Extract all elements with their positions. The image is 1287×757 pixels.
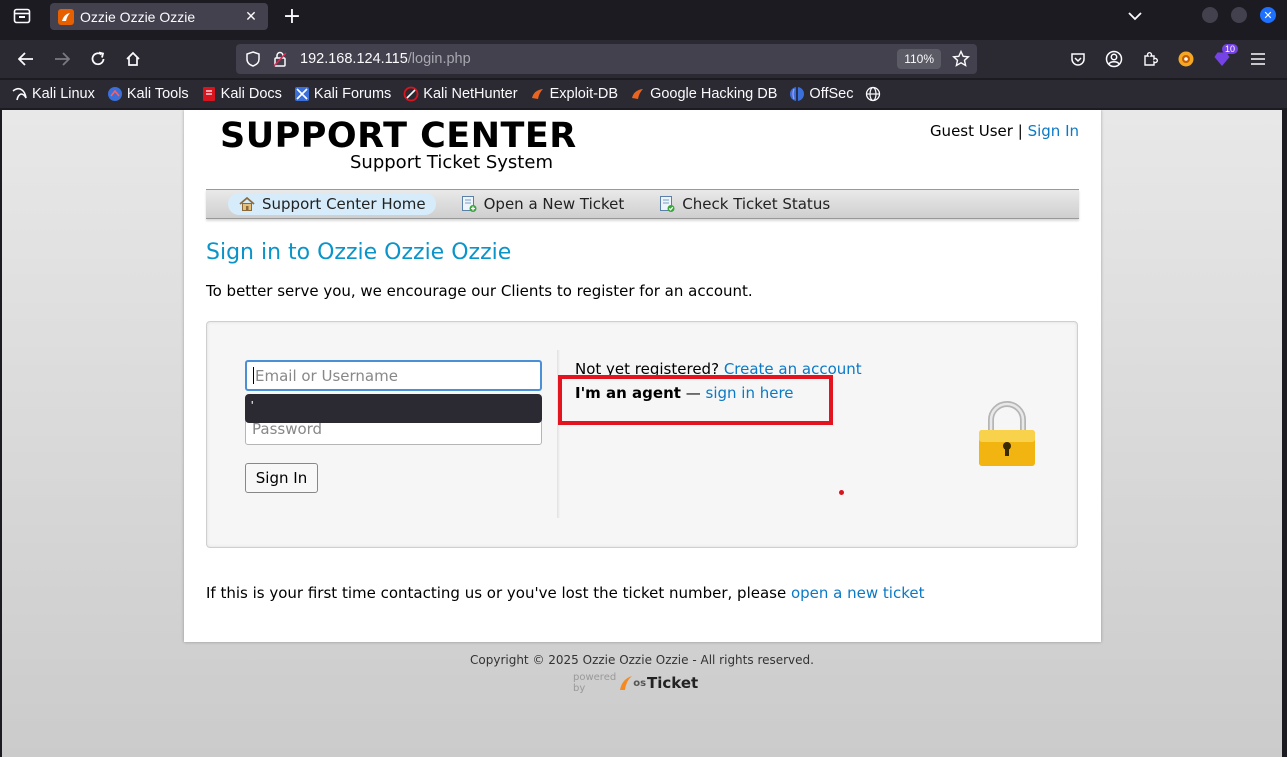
red-highlight-box xyxy=(558,375,833,425)
email-placeholder: Email or Username xyxy=(255,366,398,385)
account-icon[interactable] xyxy=(1104,49,1124,69)
bookmark-kali-linux[interactable]: Kali Linux xyxy=(12,86,95,102)
zoom-level-badge[interactable]: 110% xyxy=(897,49,941,69)
new-ticket-icon xyxy=(460,195,478,213)
tab-bar: Ozzie Ozzie Ozzie ✕ + ✕ xyxy=(0,0,1287,32)
url-bar[interactable]: 192.168.124.115/login.php 110% xyxy=(236,44,977,74)
reload-icon[interactable] xyxy=(87,48,109,70)
bookmark-kali-docs[interactable]: Kali Docs xyxy=(201,86,282,102)
osticket-logo: os Ticket xyxy=(619,674,698,692)
kali-docs-icon xyxy=(201,86,217,102)
chevron-down-icon[interactable] xyxy=(1124,5,1146,27)
bookmark-kali-forums[interactable]: Kali Forums xyxy=(294,86,391,102)
home-icon xyxy=(238,195,256,213)
bookmark-google-hacking-db[interactable]: Google Hacking DB xyxy=(630,86,777,102)
url-text[interactable]: 192.168.124.115/login.php xyxy=(300,51,897,67)
powered-by-label: powered by xyxy=(573,672,617,694)
nav-label: Support Center Home xyxy=(262,195,426,213)
separator: | xyxy=(1017,122,1023,140)
bookmark-exploit-db[interactable]: Exploit-DB xyxy=(530,86,618,102)
osticket-swoosh-icon xyxy=(620,676,633,690)
tracking-protection-shield-icon[interactable] xyxy=(244,50,262,68)
minimize-window-button[interactable] xyxy=(1202,7,1218,23)
offsec-icon xyxy=(789,86,805,102)
globe-icon[interactable] xyxy=(865,86,881,102)
sign-in-button[interactable]: Sign In xyxy=(245,463,318,493)
url-host: 192.168.124.115 xyxy=(300,51,408,67)
maximize-window-button[interactable] xyxy=(1231,7,1247,23)
osticket-favicon-icon xyxy=(58,8,74,25)
window-border-right xyxy=(1282,110,1287,757)
kali-dragon-icon xyxy=(12,86,28,102)
email-field[interactable]: Email or Username xyxy=(245,360,542,391)
forward-arrow-icon[interactable] xyxy=(51,48,73,70)
logo-title[interactable]: SUPPORT CENTER xyxy=(220,116,577,156)
ghdb-icon xyxy=(630,86,646,102)
osticket-os: os xyxy=(633,677,647,689)
powered-by-osticket[interactable]: powered by os Ticket xyxy=(573,670,698,696)
nav-open-new-ticket[interactable]: Open a New Ticket xyxy=(450,193,635,215)
url-path: /login.php xyxy=(407,51,471,67)
firefox-view-icon[interactable] xyxy=(8,4,36,28)
nav-label: Check Ticket Status xyxy=(682,195,831,213)
sign-in-link[interactable]: Sign In xyxy=(1028,122,1079,140)
main-nav: Support Center Home Open a New Ticket Ch… xyxy=(206,189,1079,219)
browser-tab[interactable]: Ozzie Ozzie Ozzie ✕ xyxy=(50,3,268,30)
insecure-lock-icon[interactable] xyxy=(272,51,288,67)
autocomplete-dropdown[interactable]: ' xyxy=(245,394,542,423)
text-caret xyxy=(253,367,254,384)
nav-support-center-home[interactable]: Support Center Home xyxy=(228,193,436,215)
extension-gem-icon[interactable]: 10 xyxy=(1212,44,1239,69)
first-time-note: If this is your first time contacting us… xyxy=(206,584,924,602)
open-new-ticket-link[interactable]: open a new ticket xyxy=(791,584,925,602)
bookmark-star-icon[interactable] xyxy=(951,49,971,69)
ticket-status-icon xyxy=(658,195,676,213)
page-viewport: SUPPORT CENTER Support Ticket System Gue… xyxy=(2,110,1282,757)
bookmark-kali-tools[interactable]: Kali Tools xyxy=(107,86,189,102)
first-time-text: If this is your first time contacting us… xyxy=(206,584,787,602)
guest-user-label: Guest User xyxy=(929,122,1013,140)
pocket-icon[interactable] xyxy=(1068,49,1088,69)
nav-label: Open a New Ticket xyxy=(483,195,625,213)
new-tab-icon[interactable]: + xyxy=(280,4,304,29)
home-icon[interactable] xyxy=(122,48,144,70)
kali-forums-icon xyxy=(294,86,310,102)
close-window-button[interactable]: ✕ xyxy=(1260,7,1276,23)
page-container: SUPPORT CENTER Support Ticket System Gue… xyxy=(184,110,1101,642)
extension-badge: 10 xyxy=(1222,44,1239,54)
login-box: Email or Username Password ' Sign In Not… xyxy=(206,321,1078,548)
navigation-toolbar: 192.168.124.115/login.php 110% 10 xyxy=(0,40,1287,78)
nav-check-ticket-status[interactable]: Check Ticket Status xyxy=(648,193,840,215)
bookmarks-toolbar: Kali Linux Kali Tools Kali Docs Kali For… xyxy=(0,80,1287,108)
foxyproxy-extension-icon[interactable] xyxy=(1176,49,1196,69)
extensions-puzzle-icon[interactable] xyxy=(1140,49,1160,69)
user-info: Guest User | Sign In xyxy=(930,122,1079,140)
intro-text: To better serve you, we encourage our Cl… xyxy=(206,282,753,300)
tab-title: Ozzie Ozzie Ozzie xyxy=(80,8,196,25)
autocomplete-entry[interactable]: ' xyxy=(251,398,253,413)
logo-subtitle: Support Ticket System xyxy=(350,152,553,173)
kali-tools-icon xyxy=(107,86,123,102)
page-title: Sign in to Ozzie Ozzie Ozzie xyxy=(206,240,512,265)
red-dot-marker xyxy=(839,490,844,495)
back-arrow-icon[interactable] xyxy=(15,48,37,70)
bookmark-kali-nethunter[interactable]: Kali NetHunter xyxy=(403,86,518,102)
copyright-text: Copyright © 2025 Ozzie Ozzie Ozzie - All… xyxy=(470,653,814,667)
padlock-icon xyxy=(977,400,1037,468)
exploitdb-icon xyxy=(530,86,546,102)
nethunter-icon xyxy=(403,86,419,102)
hamburger-menu-icon[interactable] xyxy=(1248,49,1268,69)
osticket-brand: Ticket xyxy=(647,674,699,692)
bookmark-offsec[interactable]: OffSec xyxy=(789,86,853,102)
close-tab-icon[interactable]: ✕ xyxy=(242,9,260,25)
